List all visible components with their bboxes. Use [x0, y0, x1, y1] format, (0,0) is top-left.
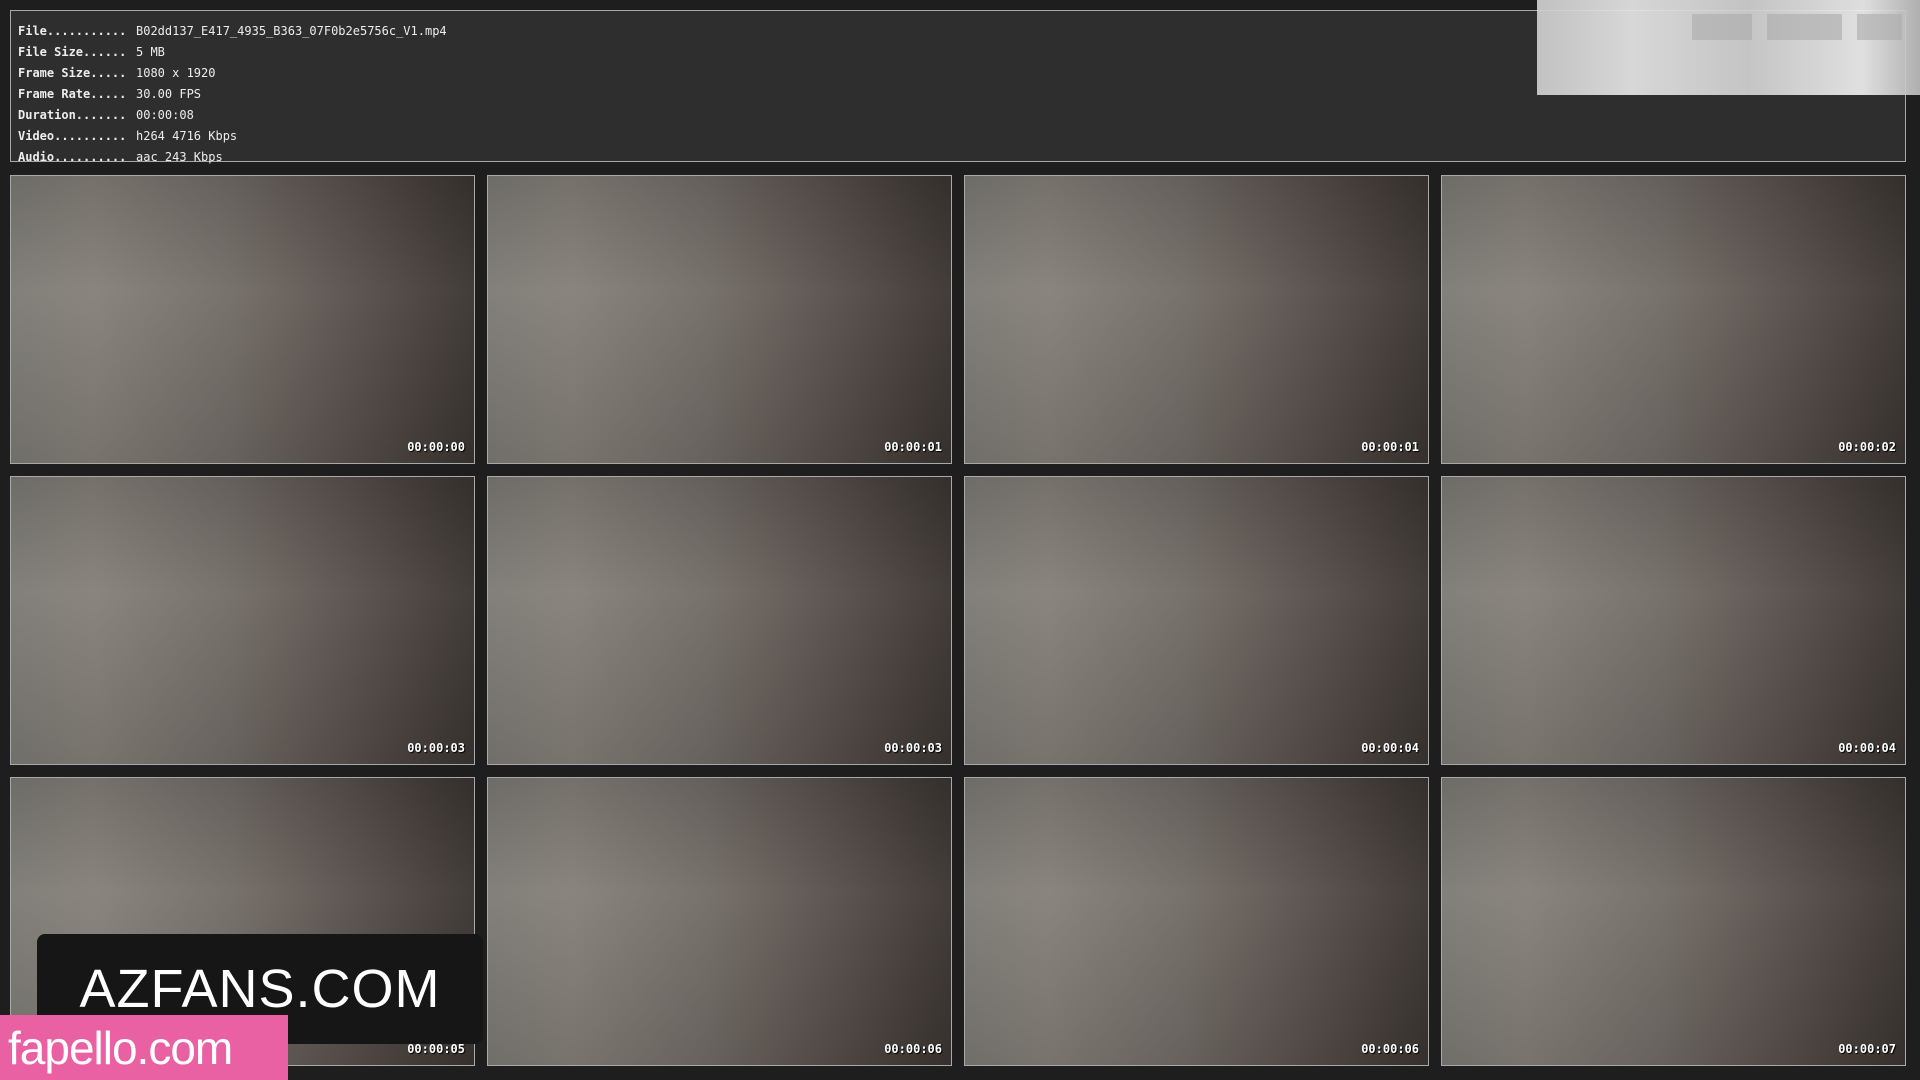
video-thumbnail[interactable]: 00:00:01 — [964, 175, 1429, 464]
info-value: aac 243 Kbps — [136, 150, 223, 164]
watermark-text: fapello.com — [8, 1021, 233, 1074]
thumbnail-timestamp: 00:00:01 — [884, 440, 942, 454]
info-value: 5 MB — [136, 45, 165, 59]
video-thumbnail[interactable]: 00:00:03 — [487, 476, 952, 765]
info-label: Frame Size..... — [18, 66, 127, 80]
video-thumbnail[interactable]: 00:00:06 — [964, 777, 1429, 1066]
thumbnail-timestamp: 00:00:02 — [1838, 440, 1896, 454]
thumbnail-timestamp: 00:00:01 — [1361, 440, 1419, 454]
video-thumbnail[interactable]: 00:00:02 — [1441, 175, 1906, 464]
video-thumbnail[interactable]: 00:00:01 — [487, 175, 952, 464]
video-thumbnail[interactable]: 00:00:07 — [1441, 777, 1906, 1066]
video-thumbnail[interactable]: 00:00:04 — [964, 476, 1429, 765]
info-label: Video.......... — [18, 129, 127, 143]
thumbnail-timestamp: 00:00:07 — [1838, 1042, 1896, 1056]
blurred-logo-area — [1537, 0, 1920, 95]
thumbnail-timestamp: 00:00:06 — [884, 1042, 942, 1056]
watermark-fapello: fapello.com — [0, 1015, 288, 1080]
info-value: 00:00:08 — [136, 108, 194, 122]
watermark-text: AZFANS.COM — [79, 959, 441, 1019]
info-label: Duration....... — [18, 108, 127, 122]
info-value: B02dd137_E417_4935_B363_07F0b2e5756c_V1.… — [136, 24, 447, 38]
info-row-duration: Duration....... 00:00:08 — [18, 105, 1905, 126]
thumbnail-timestamp: 00:00:03 — [407, 741, 465, 755]
info-value: 30.00 FPS — [136, 87, 202, 101]
video-thumbnail[interactable]: 00:00:00 — [10, 175, 475, 464]
info-value: 1080 x 1920 — [136, 66, 216, 80]
thumbnail-timestamp: 00:00:00 — [407, 440, 465, 454]
thumbnail-timestamp: 00:00:05 — [407, 1042, 465, 1056]
info-row-audio: Audio.......... aac 243 Kbps — [18, 147, 1905, 168]
thumbnail-timestamp: 00:00:03 — [884, 741, 942, 755]
info-label: Frame Rate..... — [18, 87, 127, 101]
info-row-video: Video.......... h264 4716 Kbps — [18, 126, 1905, 147]
video-thumbnail[interactable]: 00:00:04 — [1441, 476, 1906, 765]
video-thumbnail[interactable]: 00:00:03 — [10, 476, 475, 765]
thumbnail-timestamp: 00:00:04 — [1838, 741, 1896, 755]
info-label: File........... — [18, 24, 127, 38]
thumbnail-timestamp: 00:00:04 — [1361, 741, 1419, 755]
info-value: h264 4716 Kbps — [136, 129, 238, 143]
info-label: Audio.......... — [18, 150, 127, 164]
info-label: File Size...... — [18, 45, 127, 59]
video-thumbnail[interactable]: 00:00:06 — [487, 777, 952, 1066]
thumbnail-timestamp: 00:00:06 — [1361, 1042, 1419, 1056]
